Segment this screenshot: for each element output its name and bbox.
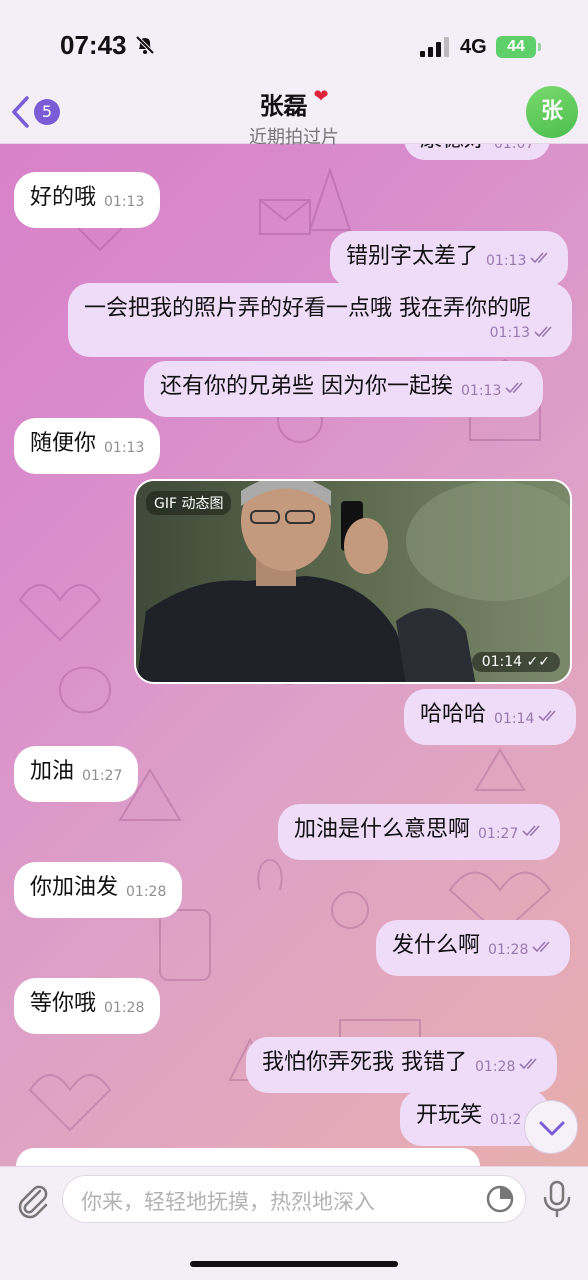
message-time: 01:2: [490, 1112, 522, 1128]
message-time: 01:13: [461, 383, 502, 399]
message-bubble[interactable]: 我怕你弄死我 我错了 01:28: [246, 1037, 558, 1093]
message-time: 01:13: [489, 325, 530, 341]
heart-icon: ❤: [313, 86, 329, 107]
message-bubble[interactable]: [16, 1148, 480, 1168]
message-text: 好的哦: [30, 185, 97, 210]
gif-label: GIF 动态图: [146, 491, 232, 515]
message-bubble[interactable]: 加油是什么意思啊 01:27: [278, 804, 561, 860]
message-bubble[interactable]: 一会把我的照片弄的好看一点哦 我在弄你的呢 01:13: [68, 283, 572, 357]
home-indicator[interactable]: [190, 1261, 398, 1267]
message-text: 开玩笑: [416, 1103, 483, 1128]
battery-icon: 44: [496, 36, 541, 58]
message-bubble[interactable]: 你加油发 01:28: [14, 862, 183, 918]
signal-icon: [420, 37, 449, 57]
double-check-icon: [519, 1058, 537, 1070]
message-time: 01:28: [104, 1000, 145, 1016]
message-text: 一会把我的照片弄的好看一点哦 我在弄你的呢: [84, 296, 531, 321]
message-text: 等你哦: [30, 991, 97, 1016]
double-check-icon: [538, 710, 556, 722]
message-bubble[interactable]: 哈哈哈 01:14: [404, 689, 577, 745]
message-time: 01:14 ✓✓: [471, 652, 560, 672]
status-bar: 07:43 4G 44: [0, 0, 588, 80]
message-time: 01:28: [475, 1059, 516, 1075]
message-text: 发什么啊: [392, 933, 481, 958]
message-text: 错别字太差了: [346, 244, 479, 269]
status-time: 07:43: [60, 30, 127, 60]
double-check-icon: [532, 941, 550, 953]
message-time: 01:28: [126, 884, 167, 900]
message-time: 01:13: [486, 253, 527, 269]
gif-message[interactable]: GIF 动态图 01:14 ✓✓: [134, 479, 572, 684]
paperclip-icon[interactable]: [12, 1179, 52, 1219]
message-text: 加油是什么意思啊: [294, 817, 471, 842]
message-time: 01:13: [104, 194, 145, 210]
message-text: 还有你的兄弟些 因为你一起挨: [160, 374, 453, 399]
message-input[interactable]: 你来，轻轻地抚摸，热烈地深入: [62, 1175, 526, 1223]
message-time: 01:13: [104, 440, 145, 456]
chat-title: 张磊: [259, 92, 308, 120]
message-bubble[interactable]: 发什么啊 01:28: [376, 920, 571, 976]
network-type: 4G: [460, 36, 487, 58]
chat-header: 5 张磊 ❤ 近期拍过片 张: [0, 80, 588, 148]
double-check-icon: [522, 825, 540, 837]
chat-title-area[interactable]: 张磊 ❤ 近期拍过片: [0, 86, 588, 149]
message-text: 我怕你弄死我 我错了: [262, 1050, 467, 1075]
message-bubble[interactable]: 等你哦 01:28: [14, 978, 161, 1034]
message-time: 01:28: [488, 942, 529, 958]
message-time: 01:27: [478, 826, 519, 842]
microphone-icon[interactable]: [540, 1179, 574, 1219]
message-bubble[interactable]: 加油 01:27: [14, 746, 139, 802]
bell-slash-icon: [135, 35, 155, 55]
chevron-down-icon: [539, 1121, 565, 1136]
message-text: 你加油发: [30, 875, 119, 900]
sticker-icon[interactable]: [485, 1184, 515, 1214]
avatar[interactable]: 张: [526, 86, 578, 138]
message-text: 哈哈哈: [420, 702, 487, 727]
message-input-placeholder: 你来，轻轻地抚摸，热烈地深入: [81, 1190, 375, 1214]
message-text: 加油: [30, 759, 75, 784]
message-bubble[interactable]: 错别字太差了 01:13: [330, 231, 569, 287]
message-bubble[interactable]: 好的哦 01:13: [14, 172, 161, 228]
message-bubble[interactable]: 随便你 01:13: [14, 418, 161, 474]
message-time: 01:14: [494, 711, 535, 727]
double-check-icon: [534, 326, 552, 338]
message-text: 随便你: [30, 431, 97, 456]
message-time: 01:27: [82, 768, 123, 784]
scroll-down-button[interactable]: [524, 1100, 578, 1154]
double-check-icon: [530, 252, 548, 264]
message-bubble[interactable]: 还有你的兄弟些 因为你一起挨 01:13: [144, 361, 544, 417]
double-check-icon: [505, 382, 523, 394]
